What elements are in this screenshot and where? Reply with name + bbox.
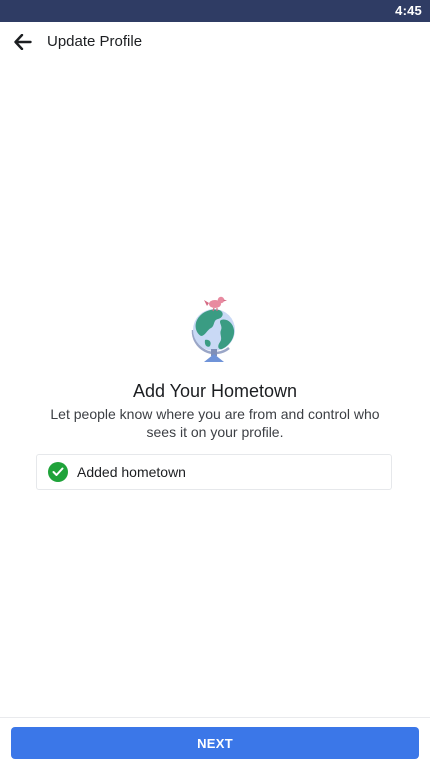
back-button[interactable]: [10, 29, 36, 55]
screen: 4:45 Update Profile Add Your Hometown Le…: [0, 0, 430, 765]
footer-divider: [0, 717, 430, 718]
globe-with-bird-icon: [191, 296, 235, 362]
page-title: Update Profile: [47, 33, 143, 50]
status-time: 4:45: [395, 3, 422, 18]
added-hometown-card[interactable]: Added hometown: [36, 454, 392, 490]
check-circle-icon: [48, 462, 68, 482]
illustration: [185, 290, 245, 370]
hometown-heading: Add Your Hometown: [132, 381, 298, 401]
next-button[interactable]: NEXT: [11, 727, 419, 759]
added-hometown-label: Added hometown: [77, 464, 186, 480]
arrow-left-icon: [14, 34, 32, 50]
app-bar: Update Profile: [0, 22, 430, 62]
hometown-description: Let people know where you are from and c…: [50, 406, 380, 440]
status-bar: 4:45: [0, 0, 430, 22]
